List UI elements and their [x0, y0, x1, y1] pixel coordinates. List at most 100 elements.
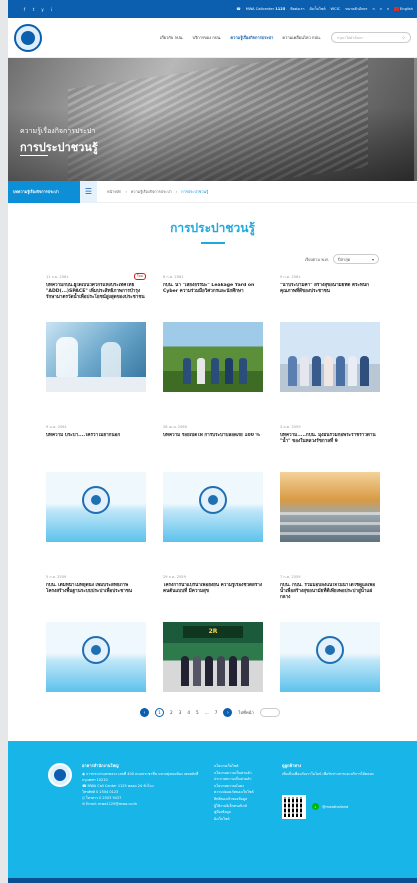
article-title[interactable]: กปน. กปน. ร่วมมอบลงแน่ใจในน้ำได้ใช้ดูแลเ… — [280, 583, 380, 623]
line-contact[interactable]: L @mwathailand — [312, 803, 348, 810]
section-menu-label[interactable]: บทความรู้เรื่องกิจการประปา — [8, 180, 80, 203]
font-size-medium[interactable]: ก — [380, 6, 382, 12]
footer: อาคารสำนักงานใหญ่ ◉ การประปานครหลวง เลขท… — [8, 741, 417, 883]
article-title[interactable]: บทความกปน.ผู้ใดเป็นวิศวกรแห่งประเทศไทย "… — [46, 283, 146, 323]
search-icon[interactable]: ⚲ — [402, 36, 405, 40]
article-title[interactable]: บทความ ประปา....ใครว่าไม่ยากนอก — [46, 433, 146, 473]
article-card[interactable]: 5 ก.ย. 2559 กปน. เติมหน้าไม่หยุดนิ่ง เพิ… — [46, 574, 146, 724]
article-date: 5 ก.ย. 2559 — [46, 575, 67, 579]
next-page-button[interactable]: › — [223, 708, 233, 717]
goto-page-input[interactable] — [259, 708, 280, 717]
article-card[interactable]: 29 ก.ค. 2559 โครงการนำแปรน้ำเพื่อยั่งยืน… — [163, 574, 263, 724]
article-card[interactable]: 9 ก.ค. 2561 "น้ำประปามีค่า" สร้างสุขอนาม… — [280, 274, 380, 424]
article-title[interactable]: โครงการนำแปรน้ำเพื่อยั่งยืน ความรู้เรื่อ… — [163, 583, 263, 623]
article-card[interactable]: 9 ม.ค. 2561 บทความ ประปา....ใครว่าไม่ยาก… — [46, 424, 146, 574]
article-thumbnail[interactable] — [163, 322, 263, 392]
nav-item-about[interactable]: เกี่ยวกับ กปน. — [160, 34, 184, 41]
footer-link[interactable]: นโยบายความเป็นส่วนตัว — [214, 770, 278, 777]
article-thumbnail[interactable] — [280, 322, 380, 392]
search-placeholder: กรุณาใส่คำค้นหา — [337, 35, 364, 40]
twitter-icon[interactable]: t — [31, 7, 36, 12]
page-5[interactable]: 5 — [196, 710, 199, 715]
article-card[interactable]: 6 ก.ค. 2561 กปน. นำ "เสียงธรรมะ" Leakage… — [163, 274, 263, 424]
prev-page-button[interactable]: ‹ — [140, 708, 149, 717]
article-title[interactable]: กปน. เติมหน้าไม่หยุดนิ่ง เพิ่มประสิทธิภา… — [46, 583, 146, 623]
article-thumbnail[interactable] — [280, 472, 380, 542]
article-thumbnail[interactable] — [46, 322, 146, 392]
footer-link[interactable]: ความปลอดภัยของเว็บไซต์ — [214, 789, 278, 796]
mwa-emblem-icon — [82, 636, 110, 664]
sort-label: เรียงตาม พ.ศ. — [304, 256, 329, 262]
article-thumbnail[interactable] — [163, 472, 263, 542]
main-nav: เกี่ยวกับ กปน. บริการของ กปน. ความรู้เรื… — [8, 18, 417, 58]
page-7[interactable]: 7 — [215, 710, 218, 715]
wcic-link[interactable]: WCIC — [331, 7, 341, 11]
instagram-icon[interactable]: i — [49, 7, 54, 12]
nav-item-services[interactable]: บริการของ กปน. — [193, 34, 222, 41]
mwa-logo[interactable] — [14, 23, 42, 52]
phone-icon: ☎ — [236, 7, 241, 11]
search-input[interactable]: กรุณาใส่คำค้นหา ⚲ — [331, 32, 411, 43]
hero-banner: ความรู้เรื่องกิจการประปา การประปาชวนรู้ — [8, 58, 417, 181]
font-size-large[interactable]: ก — [387, 6, 389, 12]
footer-link[interactable]: คู่มือ/ข้อมูล — [214, 809, 278, 816]
font-size-small[interactable]: ก — [372, 6, 374, 12]
article-thumbnail[interactable] — [46, 472, 146, 542]
sort-select[interactable]: ปีล่าสุด ▾ — [333, 254, 379, 264]
article-card[interactable]: 11 ก.ย. 2561 ใหม่ บทความกปน.ผู้ใดเป็นวิศ… — [46, 273, 146, 424]
article-thumbnail[interactable]: 2R — [163, 622, 263, 692]
article-date: 9 ม.ค. 2561 — [46, 425, 67, 429]
logo-emblem-icon — [54, 769, 66, 781]
footer-org-title: อาคารสำนักงานใหญ่ — [82, 763, 119, 768]
article-title[interactable]: บทความ ร้อยเปิดไฟ การประปาปลอดภัย 100 % — [163, 433, 263, 473]
footer-email[interactable]: ✉ Email: mwa1125@mwa.co.th — [82, 801, 202, 807]
callcenter-link[interactable]: MWA Callcenter 1125 — [246, 7, 286, 11]
nav-item-news[interactable]: ความเคลื่อนไหว กปน. — [282, 34, 321, 41]
footer-links: นโยบายเว็บไซต์ นโยบายความเป็นส่วนตัว ประ… — [214, 763, 278, 822]
breadcrumb-section[interactable]: ความรู้เรื่องกิจการประปา — [131, 189, 172, 195]
article-title[interactable]: กปน. นำ "เสียงธรรมะ" Leakage Yard on Cyb… — [163, 283, 263, 323]
nav-item-knowledge[interactable]: ความรู้เรื่องกิจการประปา — [230, 34, 273, 41]
article-title[interactable]: "น้ำประปามีค่า" สร้างสุขอนามัยที่ดี ตระห… — [280, 283, 380, 323]
article-date: 28 เม.ย. 2560 — [163, 425, 187, 429]
page-title: การประปาชวนรู้ — [170, 221, 255, 235]
article-card[interactable]: 7 ก.ค. 2559 กปน. กปน. ร่วมมอบลงแน่ใจในน้… — [280, 574, 380, 724]
article-card[interactable]: 28 เม.ย. 2560 บทความ ร้อยเปิดไฟ การประปา… — [163, 424, 263, 574]
uk-flag-icon — [394, 7, 400, 11]
article-thumbnail[interactable] — [46, 622, 146, 692]
page-4[interactable]: 4 — [187, 710, 190, 715]
callcenter-number: 1125 — [275, 7, 286, 11]
language-switch[interactable]: English — [394, 7, 413, 11]
footer-logo — [48, 763, 72, 787]
footer-link[interactable]: ผังเว็บไซต์ — [214, 816, 278, 823]
language-label: English — [400, 7, 413, 11]
top-links: ☎ MWA Callcenter 1125 ติดต่อเรา ผังเว็บไ… — [236, 6, 413, 12]
social-links: f t y i — [22, 7, 54, 12]
article-title[interactable]: บทความ.....กปน. มุ่งมั่นรวมก่อพระราชร้าว… — [280, 433, 380, 473]
facebook-icon[interactable]: f — [22, 7, 27, 12]
callcenter-label: MWA Callcenter — [245, 7, 275, 11]
sort-value: ปีล่าสุด — [338, 256, 351, 262]
article-thumbnail[interactable] — [280, 622, 380, 692]
youtube-icon[interactable]: y — [40, 7, 45, 12]
menu-icon[interactable]: ☰ — [80, 180, 97, 203]
page-1[interactable]: 1 — [155, 708, 164, 717]
breadcrumb-home[interactable]: หน้าหลัก — [107, 189, 121, 195]
breadcrumb: หน้าหลัก › ความรู้เรื่องกิจการประปา › กา… — [107, 189, 208, 195]
chevron-right-icon: › — [125, 188, 127, 194]
footer-link[interactable]: ผู้ใช้งานอิเล็กทรอนิกส์ — [214, 803, 278, 810]
footer-link[interactable]: สิทธิของเจ้าของข้อมูล — [214, 796, 278, 803]
article-date: 3 ส.ค. 2559 — [280, 425, 301, 429]
page-3[interactable]: 3 — [179, 710, 182, 715]
sitemap-link[interactable]: ผังเว็บไซต์ — [310, 6, 326, 12]
footer-link[interactable]: ประกาศความเป็นส่วนตัว — [214, 776, 278, 783]
footer-link[interactable]: นโยบายความมั่นคง — [214, 783, 278, 790]
article-card[interactable]: 3 ส.ค. 2559 บทความ.....กปน. มุ่งมั่นรวมก… — [280, 424, 380, 574]
footer-bottom-bar — [8, 878, 417, 883]
contact-link[interactable]: ติดต่อเรา — [290, 6, 304, 12]
footer-link[interactable]: นโยบายเว็บไซต์ — [214, 763, 278, 770]
mwa-emblem-icon — [316, 636, 344, 664]
footer-address-text: ◉ การประปานครหลวง เลขที่ 400 ถนนประชาชื่… — [82, 772, 199, 782]
page-2[interactable]: 2 — [170, 710, 173, 715]
article-date: 6 ก.ค. 2561 — [163, 275, 184, 279]
